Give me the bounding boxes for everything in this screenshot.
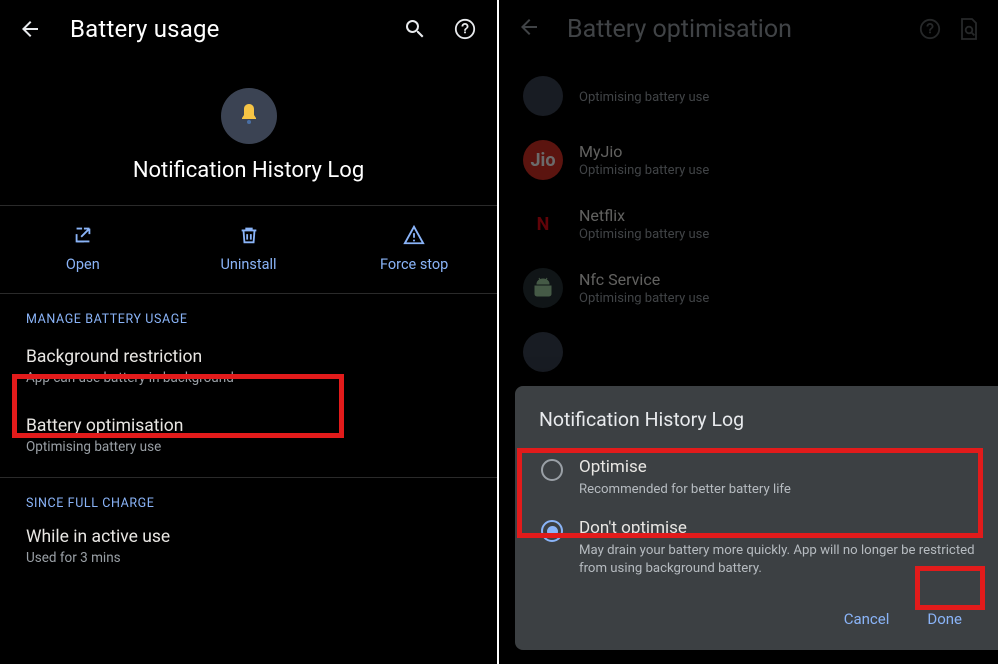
uninstall-button[interactable]: Uninstall (166, 224, 332, 273)
app-name: Nfc Service (579, 270, 709, 289)
app-name: Netflix (579, 206, 709, 225)
help-icon[interactable] (451, 15, 479, 43)
page-title: Battery usage (70, 15, 379, 43)
app-name: MyJio (579, 142, 709, 161)
app-row[interactable]: Optimising battery use (499, 64, 998, 128)
app-icon: N (523, 204, 563, 244)
back-icon[interactable] (517, 15, 541, 43)
app-icon (523, 76, 563, 116)
topbar: Battery optimisation (499, 0, 998, 58)
dialog-actions: Cancel Done (539, 602, 976, 636)
open-button[interactable]: Open (0, 224, 166, 273)
radio-unchecked-icon (541, 459, 563, 481)
radio-checked-icon (541, 520, 563, 542)
battery-optimisation-screen: Battery optimisation Optimising battery … (499, 0, 998, 664)
battery-optimisation-title: Battery optimisation (26, 416, 471, 436)
app-row[interactable]: Nfc Service Optimising battery use (499, 256, 998, 320)
battery-optimisation-subtitle: Optimising battery use (26, 439, 471, 455)
option-dont-optimise[interactable]: Don't optimise May drain your battery mo… (539, 508, 976, 588)
option-optimise-label: Optimise (579, 457, 791, 477)
battery-optimisation-item[interactable]: Battery optimisation Optimising battery … (0, 402, 497, 471)
app-header: Notification History Log (0, 58, 497, 205)
while-active-title: While in active use (26, 527, 471, 547)
while-active-item[interactable]: While in active use Used for 3 mins (0, 517, 497, 582)
search-icon[interactable] (401, 15, 429, 43)
force-stop-label: Force stop (380, 256, 448, 273)
section-charge-label: SINCE FULL CHARGE (0, 478, 497, 517)
app-icon (523, 268, 563, 308)
done-button[interactable]: Done (913, 602, 976, 636)
uninstall-label: Uninstall (220, 256, 276, 273)
app-row[interactable]: Jio MyJio Optimising battery use (499, 128, 998, 192)
section-manage-label: MANAGE BATTERY USAGE (0, 294, 497, 333)
app-row[interactable] (499, 320, 998, 384)
while-active-subtitle: Used for 3 mins (26, 550, 471, 566)
force-stop-button[interactable]: Force stop (331, 224, 497, 273)
app-subtitle: Optimising battery use (579, 163, 709, 178)
topbar: Battery usage (0, 0, 497, 58)
app-row[interactable]: N Netflix Optimising battery use (499, 192, 998, 256)
app-icon (221, 88, 277, 144)
app-subtitle: Optimising battery use (579, 90, 709, 105)
dialog-title: Notification History Log (539, 408, 976, 431)
app-icon (523, 332, 563, 372)
background-restriction-item[interactable]: Background restriction App can use batte… (0, 333, 497, 402)
option-dont-optimise-label: Don't optimise (579, 518, 976, 538)
option-optimise-desc: Recommended for better battery life (579, 481, 791, 499)
action-row: Open Uninstall Force stop (0, 206, 497, 293)
option-dont-optimise-desc: May drain your battery more quickly. App… (579, 542, 976, 578)
background-restriction-subtitle: App can use battery in background (26, 370, 471, 386)
app-icon: Jio (523, 140, 563, 180)
option-optimise[interactable]: Optimise Recommended for better battery … (539, 447, 976, 509)
cancel-button[interactable]: Cancel (830, 602, 904, 636)
help-icon[interactable] (918, 17, 942, 41)
app-subtitle: Optimising battery use (579, 227, 709, 242)
app-subtitle: Optimising battery use (579, 291, 709, 306)
back-icon[interactable] (18, 17, 42, 41)
background-restriction-title: Background restriction (26, 347, 471, 367)
open-label: Open (66, 256, 100, 273)
find-in-page-icon[interactable] (958, 17, 980, 41)
optimisation-dialog: Notification History Log Optimise Recomm… (515, 386, 998, 650)
page-title: Battery optimisation (567, 15, 918, 44)
app-name: Notification History Log (0, 158, 497, 183)
battery-usage-screen: Battery usage Notification History Log O… (0, 0, 499, 664)
